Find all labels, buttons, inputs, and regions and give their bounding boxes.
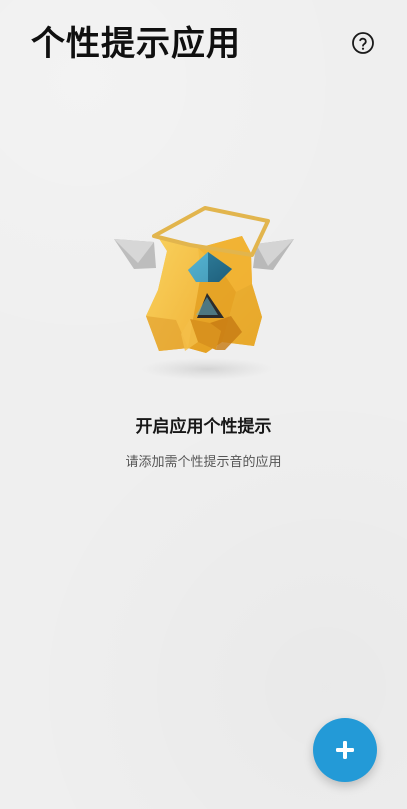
empty-state <box>0 196 407 496</box>
question-circle-icon <box>352 32 374 54</box>
add-app-button[interactable] <box>313 718 377 782</box>
page-title: 个性提示应用 <box>31 24 241 64</box>
app-screen: 个性提示应用 开启应用个性提示 请添加需个性提示音的应用 <box>0 0 407 809</box>
plus-icon <box>336 741 354 759</box>
help-button[interactable] <box>351 31 375 55</box>
mascot-illustration <box>106 196 302 386</box>
empty-state-subtitle: 请添加需个性提示音的应用 <box>125 455 282 470</box>
mascot-icon <box>114 206 294 380</box>
empty-state-title: 开启应用个性提示 <box>135 417 272 437</box>
header: 个性提示应用 <box>0 0 407 86</box>
